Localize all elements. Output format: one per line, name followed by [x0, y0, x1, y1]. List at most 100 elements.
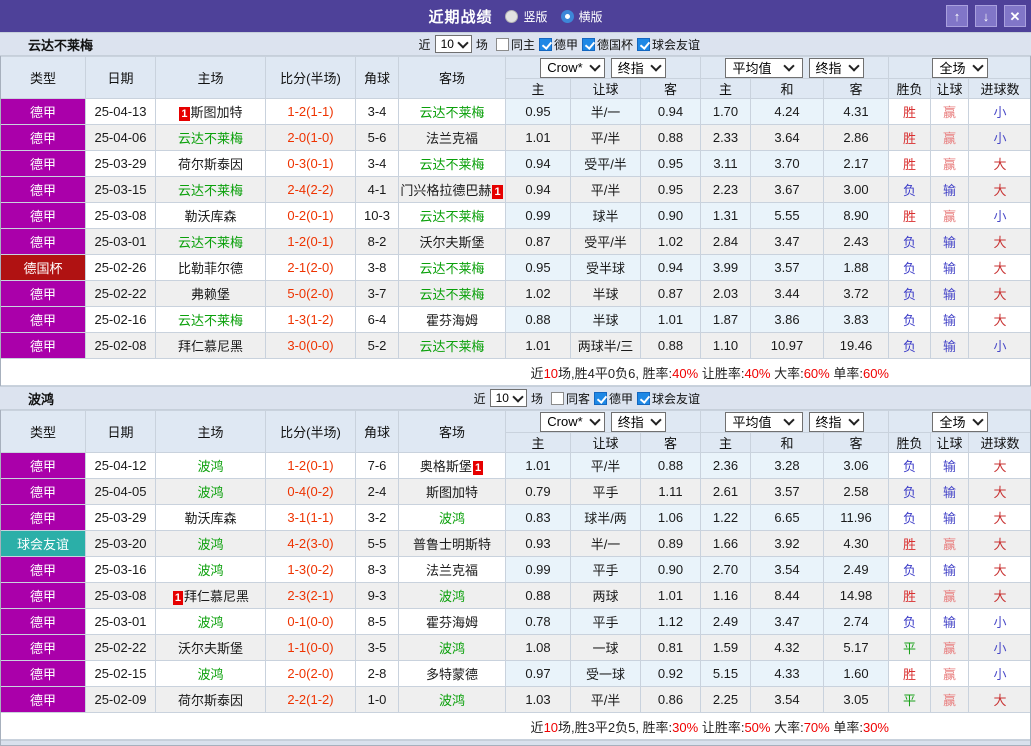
filter-checkbox[interactable]: 同客 [551, 390, 590, 407]
corner-score: 3-5 [356, 635, 399, 661]
bookmaker-select-value: Crow* [547, 60, 582, 75]
handicap-result: 输 [931, 229, 969, 255]
home-team-cell: 云达不莱梅 [156, 125, 266, 151]
subcol-handicap: 让球 [571, 433, 641, 453]
summary-row: 近10场,胜3平2负5, 胜率:30% 让胜率:50% 大率:70% 单率:30… [1, 713, 1031, 740]
crow-away-odds: 0.89 [641, 531, 701, 557]
match-date: 25-03-29 [86, 151, 156, 177]
recent-count-select[interactable]: 10 [490, 389, 527, 407]
average-select[interactable]: 平均值 [725, 412, 802, 432]
avg-away-odds: 2.74 [824, 609, 889, 635]
checkbox-checked-icon[interactable] [582, 38, 595, 51]
bookmaker-select[interactable]: Crow* [540, 412, 604, 432]
move-down-button[interactable]: ↓ [975, 5, 997, 27]
filter-checkbox[interactable]: 球会友谊 [637, 390, 700, 407]
match-date: 25-03-01 [86, 609, 156, 635]
corner-score: 8-3 [356, 557, 399, 583]
corner-score: 3-4 [356, 151, 399, 177]
handicap-result: 输 [931, 281, 969, 307]
match-date: 25-02-22 [86, 281, 156, 307]
handicap-result: 输 [931, 557, 969, 583]
recent-count-select[interactable]: 10 [435, 35, 472, 53]
match-date: 25-03-01 [86, 229, 156, 255]
handicap-line: 平/半 [571, 453, 641, 479]
bookmaker-select-group: Crow* 终指 [506, 411, 701, 433]
avg-draw-odds: 3.44 [751, 281, 824, 307]
near-label: 近 [474, 390, 486, 407]
filter-checkbox[interactable]: 德国杯 [582, 36, 633, 53]
handicap-line: 球半 [571, 203, 641, 229]
goals-result: 大 [969, 479, 1031, 505]
result-win-loss: 胜 [889, 151, 931, 177]
checkbox-unchecked-icon[interactable] [551, 392, 564, 405]
crow-home-odds: 0.94 [506, 177, 571, 203]
scope-select[interactable]: 全场 [932, 58, 987, 78]
radio-icon[interactable] [505, 10, 518, 23]
away-team-cell: 云达不莱梅 [399, 151, 506, 177]
average-final-select[interactable]: 终指 [809, 412, 864, 432]
result-win-loss: 负 [889, 453, 931, 479]
checkbox-checked-icon[interactable] [637, 392, 650, 405]
filter-bar: 近 10 场 同客德甲球会友谊 [474, 389, 700, 407]
subcol-avg-home: 主 [701, 79, 751, 99]
bookmaker-select[interactable]: Crow* [540, 58, 604, 78]
score: 2-4(2-2) [266, 177, 356, 203]
checkbox-unchecked-icon[interactable] [496, 38, 509, 51]
scope-select-group: 全场 [889, 411, 1031, 433]
scope-select[interactable]: 全场 [932, 412, 987, 432]
result-win-loss: 胜 [889, 203, 931, 229]
result-win-loss: 负 [889, 479, 931, 505]
table-header: 类型 日期 主场 比分(半场) 角球 客场 Crow* 终指 平均值 [1, 57, 1031, 99]
goals-result: 大 [969, 557, 1031, 583]
version-radio-horizontal[interactable]: 横版 [561, 8, 603, 25]
avg-home-odds: 3.99 [701, 255, 751, 281]
handicap-line: 半球 [571, 281, 641, 307]
summary-label: 大率: [770, 366, 803, 381]
close-button[interactable]: ✕ [1004, 5, 1026, 27]
avg-draw-odds: 3.28 [751, 453, 824, 479]
recent-results-widget: 近期战绩 竖版横版 ↑ ↓ ✕ 云达不莱梅 近 10 场 同主德甲德国杯球会友谊 [0, 0, 1031, 746]
team-name: 普鲁士明斯特 [413, 537, 491, 552]
radio-icon[interactable] [561, 10, 574, 23]
team-name: 比勒菲尔德 [178, 261, 243, 276]
score: 3-0(0-0) [266, 333, 356, 359]
goals-result: 小 [969, 203, 1031, 229]
competition-badge: 德甲 [1, 687, 86, 713]
matches-table: 类型 日期 主场 比分(半场) 角球 客场 Crow* 终指 平均值 [0, 56, 1031, 386]
checkbox-checked-icon[interactable] [594, 392, 607, 405]
team-name: 奥格斯堡 [420, 459, 472, 474]
average-final-select[interactable]: 终指 [809, 58, 864, 78]
subcol-avg-away: 客 [824, 79, 889, 99]
team-name: 波鸿 [439, 589, 465, 604]
avg-away-odds: 1.88 [824, 255, 889, 281]
team-section: 云达不莱梅 近 10 场 同主德甲德国杯球会友谊 类型 日期 主场 比分(半场) [0, 32, 1031, 386]
checkbox-checked-icon[interactable] [637, 38, 650, 51]
col-score: 比分(半场) [266, 57, 356, 99]
filter-bar: 近 10 场 同主德甲德国杯球会友谊 [419, 35, 700, 53]
summary-value: 40% [744, 366, 770, 381]
corner-score: 3-4 [356, 99, 399, 125]
bookmaker-final-select[interactable]: 终指 [611, 58, 666, 78]
filter-checkbox[interactable]: 球会友谊 [637, 36, 700, 53]
team-name: 荷尔斯泰因 [178, 157, 243, 172]
filter-checkbox[interactable]: 同主 [496, 36, 535, 53]
competition-badge: 德甲 [1, 609, 86, 635]
away-team-cell: 法兰克福 [399, 125, 506, 151]
average-select-value: 平均值 [732, 58, 771, 77]
bookmaker-final-select[interactable]: 终指 [611, 412, 666, 432]
goals-result: 大 [969, 583, 1031, 609]
score: 4-2(3-0) [266, 531, 356, 557]
version-radio-vertical[interactable]: 竖版 [505, 8, 547, 25]
crow-home-odds: 1.08 [506, 635, 571, 661]
avg-draw-odds: 4.24 [751, 99, 824, 125]
result-win-loss: 胜 [889, 99, 931, 125]
move-up-button[interactable]: ↑ [946, 5, 968, 27]
average-select[interactable]: 平均值 [725, 58, 802, 78]
team-name: 多特蒙德 [426, 667, 478, 682]
home-team-cell: 荷尔斯泰因 [156, 151, 266, 177]
filter-checkbox[interactable]: 德甲 [594, 390, 633, 407]
handicap-result: 输 [931, 307, 969, 333]
filter-checkbox[interactable]: 德甲 [539, 36, 578, 53]
checkbox-checked-icon[interactable] [539, 38, 552, 51]
match-row: 德甲25-03-16波鸿1-3(0-2)8-3法兰克福0.99平手0.902.7… [1, 557, 1031, 583]
